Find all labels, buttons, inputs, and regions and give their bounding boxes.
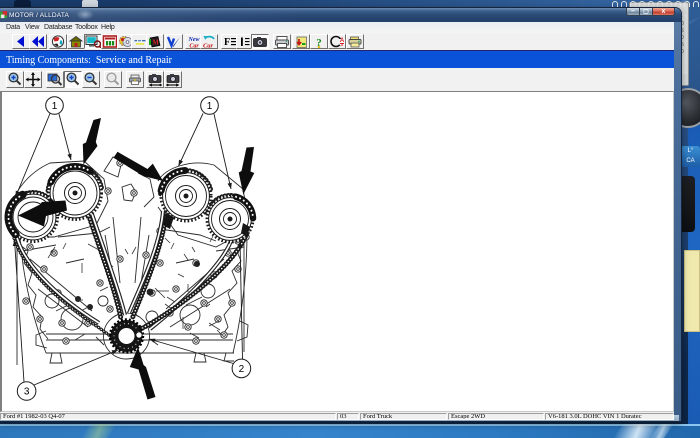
svg-text:1: 1 <box>207 101 213 112</box>
svg-text:Car: Car <box>189 43 199 48</box>
svg-text:Car: Car <box>203 42 214 48</box>
svg-text:M: M <box>152 39 159 47</box>
svg-text:New: New <box>188 37 201 43</box>
svg-text:3: 3 <box>24 386 30 397</box>
svg-text:1: 1 <box>52 101 58 112</box>
svg-text:2: 2 <box>239 364 245 375</box>
svg-text:F: F <box>224 37 230 48</box>
